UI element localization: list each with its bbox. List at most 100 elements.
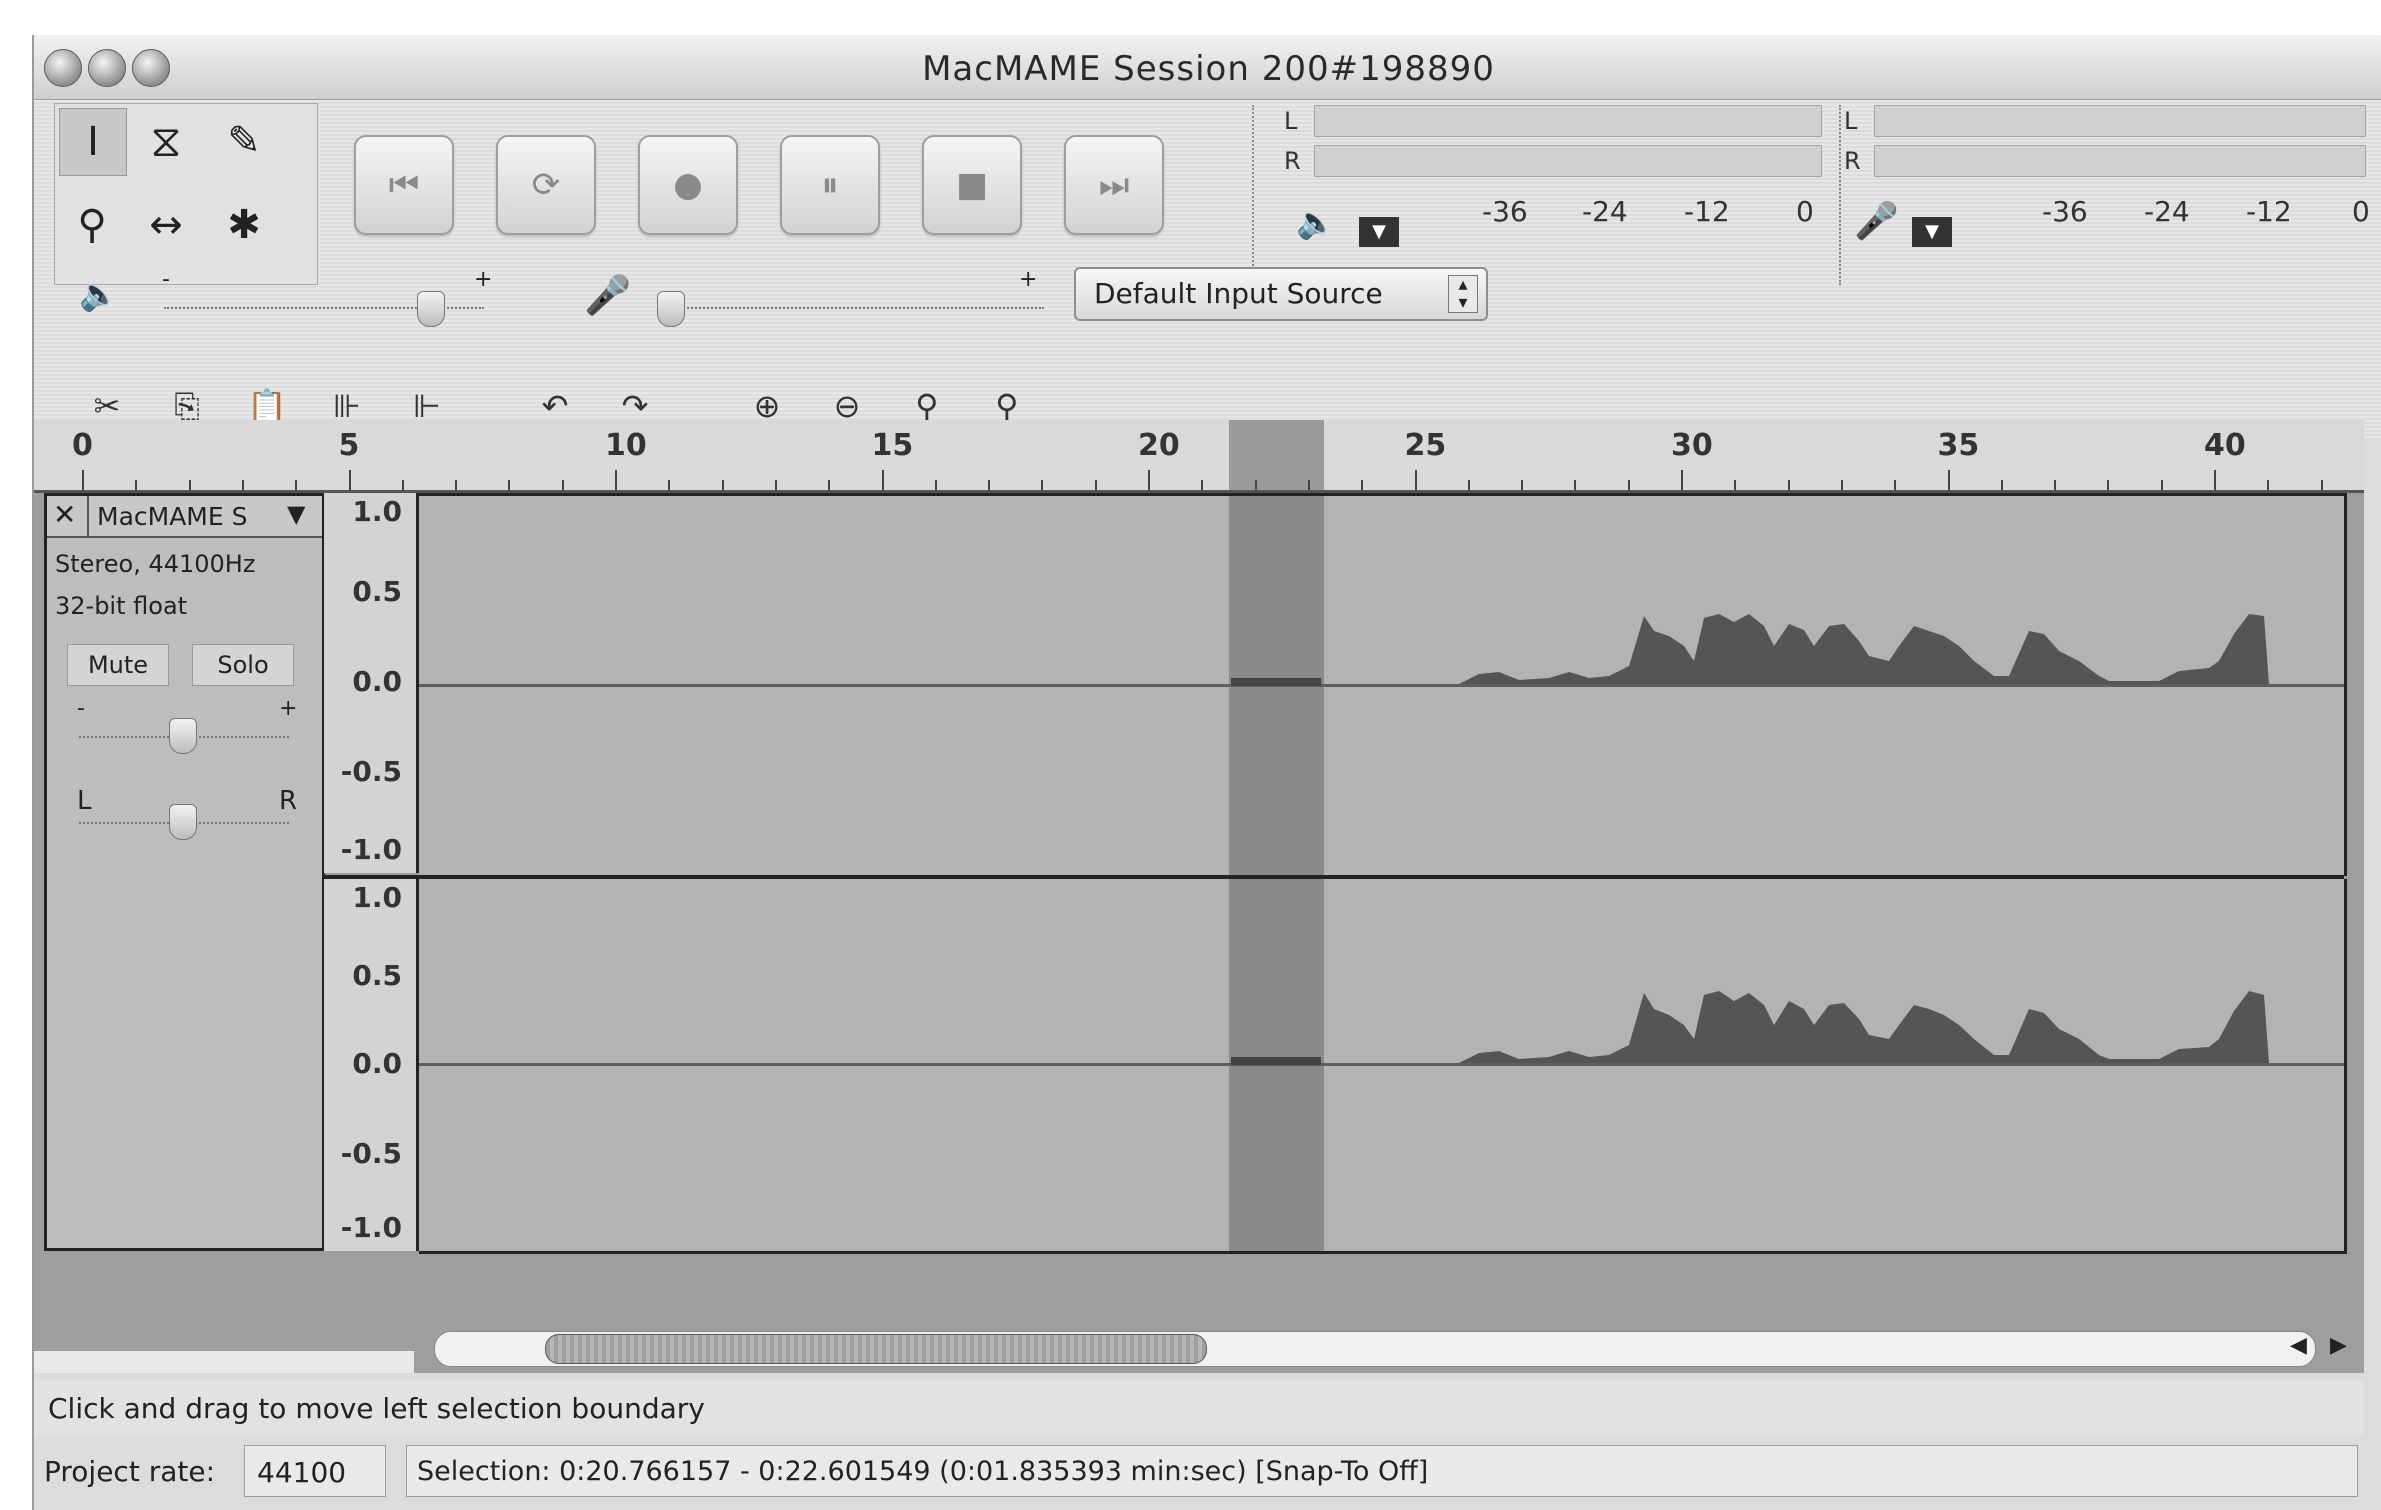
ruler-tick (721, 480, 724, 490)
zoom-tool-icon[interactable]: ⚲ (59, 192, 125, 258)
ruler-tick (1787, 480, 1790, 490)
envelope-tool-icon[interactable]: ⧖ (133, 108, 199, 174)
ruler-tick (2267, 480, 2270, 490)
output-scale-0: 0 (1796, 195, 1814, 228)
input-volume-knob[interactable] (657, 291, 685, 327)
horizontal-scrollbar[interactable] (434, 1331, 2316, 1367)
stop-button[interactable]: ■ (922, 135, 1022, 235)
ruler-tick (1627, 480, 1630, 490)
status-bar: Click and drag to move left selection bo… (34, 1380, 2364, 1435)
play-button[interactable]: ⟳ (496, 135, 596, 235)
ruler-tick (668, 480, 671, 490)
timeline-ruler[interactable]: 0 5 10 15 20 25 30 35 40 (34, 420, 2364, 493)
select-arrows-icon: ▴ ▾ (1448, 275, 1478, 313)
input-volume-max: + (1019, 267, 1038, 292)
ruler-label: 15 (871, 428, 914, 463)
project-rate-value: 44100 (257, 1456, 347, 1489)
scroll-left-arrow-icon[interactable]: ◀ (2290, 1333, 2307, 1358)
ruler-tick (1467, 480, 1470, 490)
ruler-tick (2054, 480, 2057, 490)
scroll-right-arrow-icon[interactable]: ▶ (2330, 1333, 2347, 1358)
gain-max-label: + (279, 696, 298, 721)
input-volume-slider[interactable] (664, 307, 1044, 309)
vruler-label: -1.0 (340, 833, 402, 866)
vruler-label: -1.0 (340, 1211, 402, 1244)
ruler-tick (188, 480, 191, 490)
input-source-value: Default Input Source (1094, 277, 1383, 310)
pan-knob[interactable] (169, 804, 197, 840)
time-shift-tool-icon[interactable]: ↔ (133, 192, 199, 258)
waveform-left-channel[interactable] (419, 493, 2347, 876)
output-volume-knob[interactable] (417, 291, 445, 327)
track-bitdepth: 32-bit float (55, 592, 188, 620)
record-button[interactable]: ● (638, 135, 738, 235)
input-meter-left-label: L (1844, 107, 1858, 135)
vruler-label: 0.0 (352, 665, 402, 698)
waveform-right-channel[interactable] (419, 879, 2347, 1254)
ruler-tick (135, 480, 138, 490)
input-scale-0: 0 (2352, 195, 2370, 228)
track-menu-arrow-icon[interactable]: ▼ (287, 500, 305, 528)
audacity-window: MacMAME Session 200#198890 I ⧖ ✎ ⚲ ↔ ✱ ⏮… (32, 35, 2381, 1510)
ruler-tick (2214, 470, 2216, 490)
speaker-icon: 🔈 (1296, 203, 1336, 241)
input-source-select[interactable]: Default Input Source ▴ ▾ (1074, 267, 1488, 321)
tools-toolbar: I ⧖ ✎ ⚲ ↔ ✱ (54, 103, 318, 285)
ruler-label: 40 (2204, 428, 2246, 463)
mute-button[interactable]: Mute (67, 644, 169, 686)
input-scale-12: -12 (2246, 195, 2292, 228)
ruler-label: 35 (1937, 428, 1980, 463)
input-meter-menu-button[interactable]: ▼ (1912, 217, 1952, 247)
ruler-tick (508, 480, 511, 490)
input-volume-icon: 🎤 (584, 273, 632, 317)
output-meter-left (1314, 105, 1822, 137)
ruler-label: 0 (72, 428, 93, 463)
multi-tool-icon[interactable]: ✱ (211, 192, 277, 258)
scrollbar-thumb[interactable] (545, 1334, 1207, 1364)
selection-tool-icon[interactable]: I (59, 108, 127, 176)
vruler-label: 0.5 (352, 575, 402, 608)
pan-left-label: L (77, 786, 92, 816)
solo-button[interactable]: Solo (192, 644, 294, 686)
ruler-label: 20 (1138, 428, 1180, 463)
ruler-tick (1894, 480, 1897, 490)
waveform-shape (1459, 991, 2269, 1063)
track-control-panel: ✕ MacMAME S ▼ Stereo, 44100Hz 32-bit flo… (44, 493, 325, 1251)
project-rate-field[interactable]: 44100 (244, 1445, 386, 1497)
window-title: MacMAME Session 200#198890 (922, 49, 1495, 89)
track-close-button[interactable]: ✕ (53, 498, 76, 531)
input-meter-right (1874, 145, 2366, 177)
ruler-label: 10 (605, 428, 647, 463)
vruler-label: 0.5 (352, 959, 402, 992)
status-message: Click and drag to move left selection bo… (48, 1392, 705, 1425)
ruler-tick (1361, 480, 1364, 490)
output-meter-menu-button[interactable]: ▼ (1359, 217, 1399, 247)
gain-knob[interactable] (169, 718, 197, 754)
skip-to-start-button[interactable]: ⏮ (354, 135, 454, 235)
selection-text: Selection: 0:20.766157 - 0:22.601549 (0:… (417, 1456, 1429, 1487)
track-name-menu[interactable]: MacMAME S (97, 502, 248, 531)
ruler-tick (2320, 480, 2323, 490)
input-meter-left (1874, 105, 2366, 137)
pause-button[interactable]: ⏸ (780, 135, 880, 235)
track-format: Stereo, 44100Hz (55, 550, 256, 578)
vertical-ruler-right-channel: 1.0 0.5 0.0 -0.5 -1.0 (324, 879, 419, 1251)
output-volume-min: - (162, 267, 170, 292)
selection-bar: Project rate: 44100 Selection: 0:20.7661… (34, 1435, 2364, 1510)
ruler-tick (82, 470, 84, 490)
ruler-tick (1521, 480, 1524, 490)
ruler-label: 5 (338, 428, 360, 463)
skip-to-end-button[interactable]: ⏭ (1064, 135, 1164, 235)
ruler-tick (455, 480, 458, 490)
input-scale-36: -36 (2042, 195, 2088, 228)
pan-right-label: R (279, 786, 298, 816)
vruler-label: -0.5 (340, 1137, 402, 1170)
meter-divider-2 (1839, 105, 1841, 285)
ruler-tick (1148, 470, 1150, 490)
draw-tool-icon[interactable]: ✎ (211, 108, 277, 174)
output-volume-max: + (474, 267, 493, 292)
ruler-tick (774, 480, 777, 490)
ruler-tick (401, 480, 404, 490)
input-meter-right-label: R (1844, 147, 1861, 175)
ruler-tick (1201, 480, 1204, 490)
